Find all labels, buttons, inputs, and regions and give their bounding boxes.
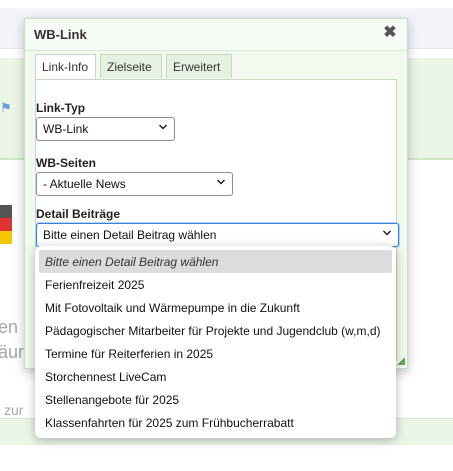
background-text-2: äur <box>0 342 25 362</box>
detail-beitraege-select[interactable]: Bitte einen Detail Beitrag wählen <box>36 223 399 247</box>
wb-seiten-select[interactable]: - Aktuelle News <box>36 172 233 196</box>
tab-erweitert[interactable]: Erweitert <box>166 54 232 78</box>
dropdown-option[interactable]: Storchennest LiveCam <box>39 365 392 388</box>
dropdown-option[interactable]: Klassenfahrten für 2025 zum Frühbucherra… <box>39 411 392 434</box>
tab-zielseite[interactable]: Zielseite <box>100 54 162 78</box>
german-flag-icon <box>0 205 12 245</box>
dropdown-option[interactable]: Ferienfreizeit 2025 <box>39 273 392 296</box>
chevron-down-icon <box>158 124 168 130</box>
link-typ-value: WB-Link <box>43 122 89 136</box>
dropdown-option[interactable]: Stellenangebote für 2025 <box>39 388 392 411</box>
dropdown-option[interactable]: Bitte einen Detail Beitrag wählen <box>39 250 392 273</box>
background-text-3: zur <box>4 402 24 418</box>
chevron-down-icon <box>216 179 226 185</box>
chevron-down-icon <box>382 230 392 236</box>
dialog-title: WB-Link <box>34 27 87 42</box>
wb-seiten-label: WB-Seiten <box>36 156 96 170</box>
dialog-header[interactable]: WB-Link ✖ <box>25 19 407 51</box>
detail-beitraege-label: Detail Beiträge <box>36 207 121 221</box>
link-typ-select[interactable]: WB-Link <box>36 117 175 141</box>
detail-beitraege-value: Bitte einen Detail Beitrag wählen <box>43 228 217 242</box>
link-typ-label: Link-Typ <box>36 101 86 115</box>
tab-link-info[interactable]: Link-Info <box>35 54 96 80</box>
dropdown-option[interactable]: Pädagogischer Mitarbeiter für Projekte u… <box>39 319 392 342</box>
wb-seiten-value: - Aktuelle News <box>43 177 126 191</box>
background-flag-icon: ⚑ <box>0 100 12 115</box>
detail-beitraege-dropdown: Bitte einen Detail Beitrag wählen Ferien… <box>35 246 396 438</box>
dropdown-option[interactable]: Termine für Reiterferien in 2025 <box>39 342 392 365</box>
close-icon[interactable]: ✖ <box>381 24 399 42</box>
resize-handle-icon[interactable] <box>397 357 405 365</box>
dropdown-option[interactable]: Mit Fotovoltaik und Wärmepumpe in die Zu… <box>39 296 392 319</box>
